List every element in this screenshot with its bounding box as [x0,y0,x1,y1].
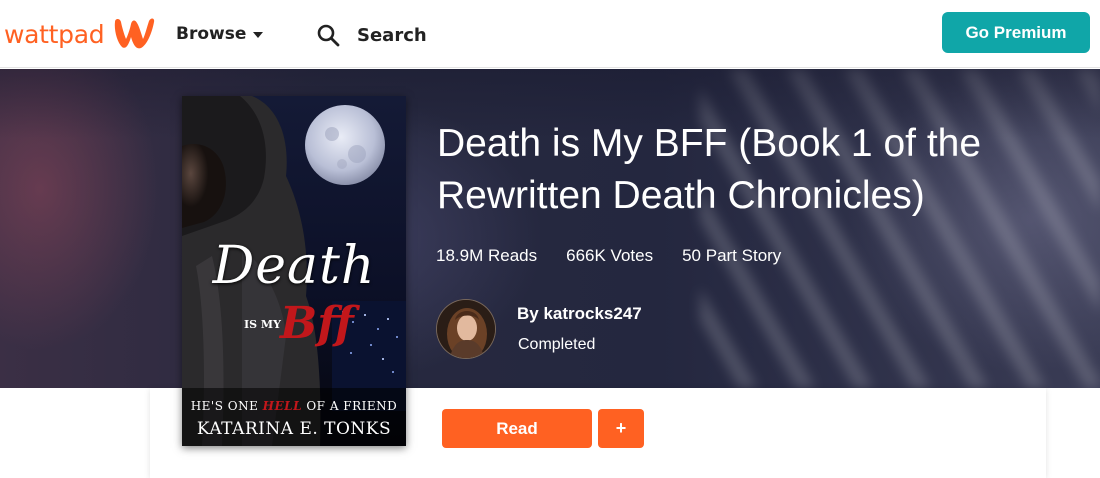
wattpad-w-icon [115,18,155,49]
book-cover[interactable]: Death IS MY Bff HE'S ONE HELL OF A FRIEN… [182,96,406,446]
cover-title-is-my: IS MY [244,318,281,331]
logo-text: wattpad [4,19,105,49]
cover-tagline-before: HE'S ONE [190,399,263,413]
author-link[interactable]: By katrocks247 [517,304,642,324]
browse-menu[interactable]: Browse [176,20,264,48]
read-button[interactable]: Read [442,409,592,448]
reads-count: 18.9M Reads [436,246,538,265]
author-avatar-image [437,300,495,358]
cover-title-death: Death [212,236,376,296]
top-navigation-bar: wattpad Browse Search Go Premium [0,0,1100,68]
go-premium-button[interactable]: Go Premium [942,12,1090,53]
story-status: Completed [518,336,596,353]
browse-label: Browse [176,24,247,44]
cover-tagline: HE'S ONE HELL OF A FRIEND [182,399,406,413]
caret-down-icon [253,32,264,38]
votes-count: 666K Votes [566,246,654,265]
cover-tagline-after: OF A FRIEND [302,399,398,413]
cover-author-name: KATARINA E. TONKS [196,419,392,439]
cover-title-bff: Bff [280,298,354,349]
wattpad-logo[interactable]: wattpad [4,16,156,52]
author-avatar[interactable] [436,299,496,359]
search-label: Search [357,24,427,46]
parts-count: 50 Part Story [682,246,782,265]
story-title: Death is My BFF (Book 1 of the Rewritten… [437,122,982,217]
add-to-library-button[interactable]: + [598,409,644,448]
search-icon [317,24,340,47]
search-button[interactable]: Search [316,20,427,50]
story-stats: 18.9M Reads 666K Votes 50 Part Story [436,246,810,266]
cover-tagline-highlight: HELL [262,399,303,413]
